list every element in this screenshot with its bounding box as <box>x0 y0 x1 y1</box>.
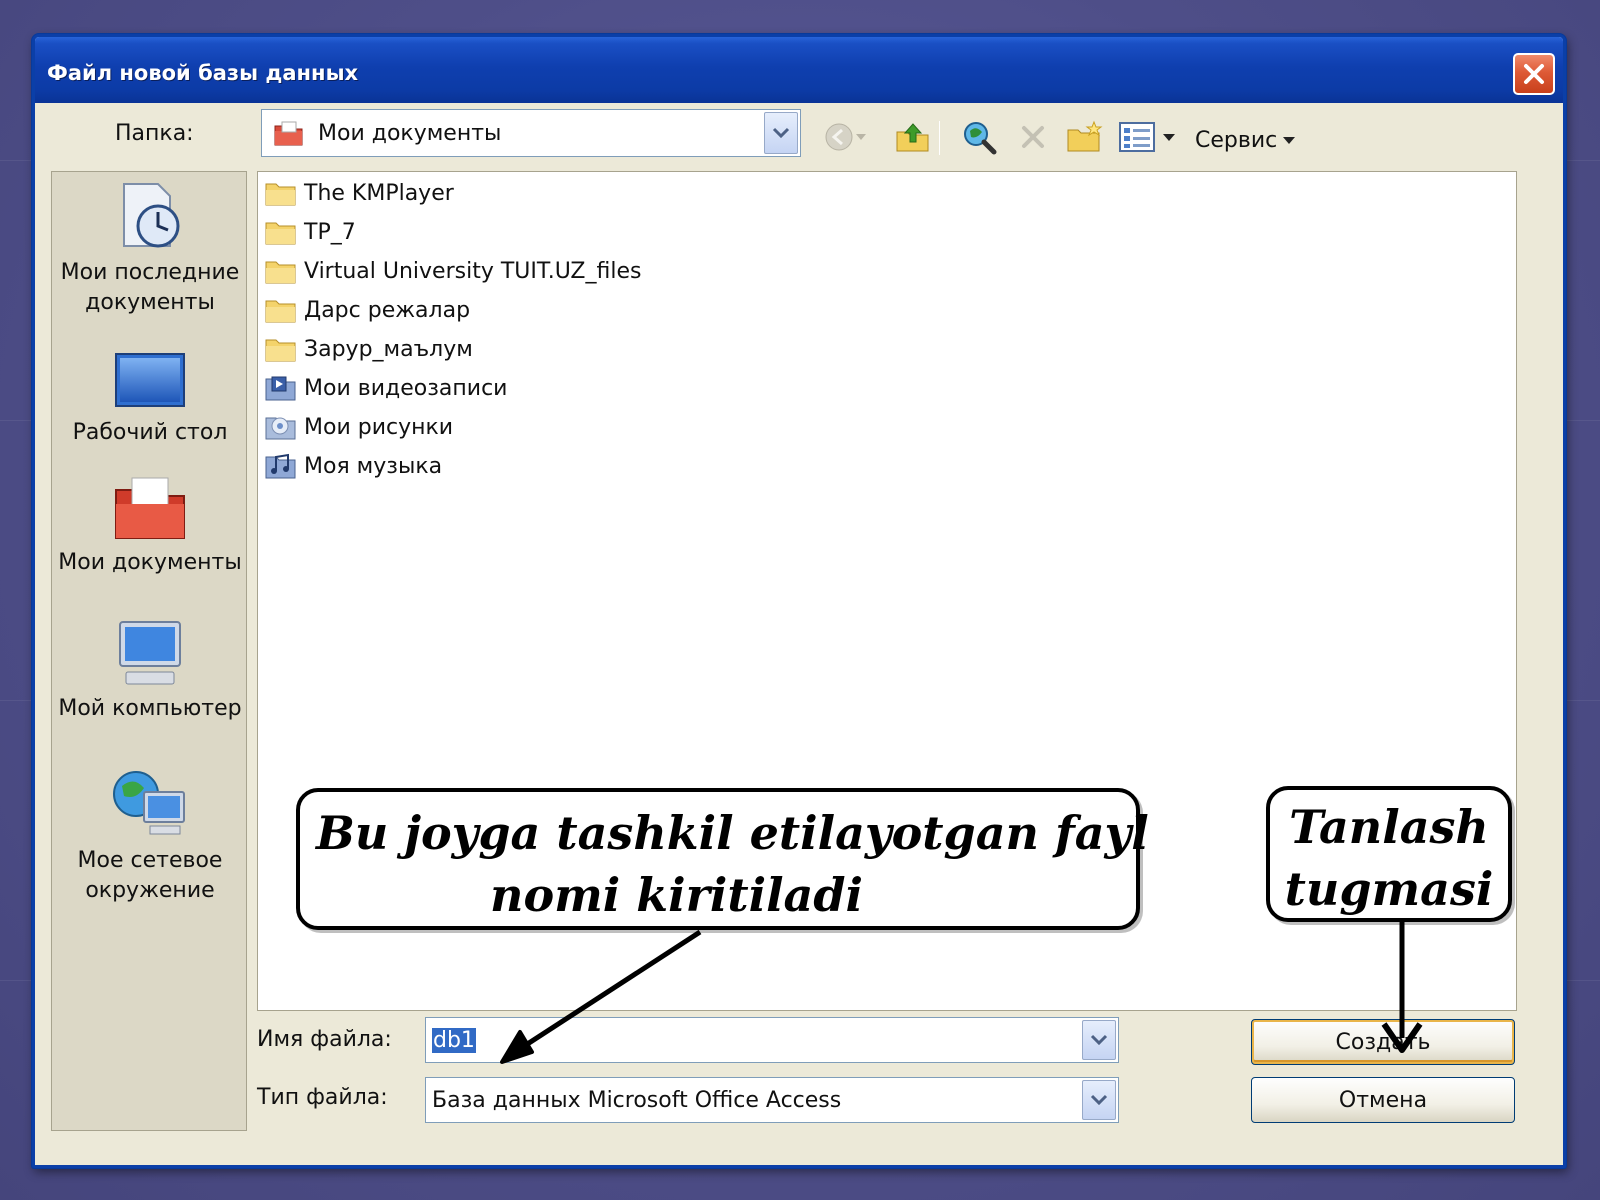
list-item[interactable]: Зарур_маълум <box>264 332 473 366</box>
cancel-button[interactable]: Отмена <box>1251 1077 1515 1123</box>
network-places-icon <box>113 771 185 835</box>
folder-icon <box>265 261 296 284</box>
place-network[interactable]: Мое сетевое окружение <box>52 766 248 906</box>
filename-dropdown-button[interactable] <box>1082 1020 1116 1060</box>
dropdown-arrow-icon <box>1163 133 1175 141</box>
place-my-documents[interactable]: Мои документы <box>52 472 248 578</box>
create-button[interactable]: Создать <box>1251 1019 1515 1065</box>
dropdown-arrow-icon <box>856 134 866 140</box>
up-folder-button[interactable] <box>893 117 933 157</box>
filename-label: Имя файла: <box>257 1027 392 1052</box>
file-name: Мои рисунки <box>304 414 454 440</box>
file-name: TP_7 <box>304 219 356 245</box>
back-dropdown[interactable] <box>851 117 871 157</box>
recent-documents-icon <box>123 183 180 248</box>
desktop-icon <box>115 353 185 407</box>
my-documents-icon <box>115 477 185 539</box>
list-item[interactable]: Дарс режалар <box>264 293 470 327</box>
search-web-icon <box>964 122 997 155</box>
filename-annotation-callout: Bu joyga tashkil etilayotgan fayl nomi k… <box>296 788 1149 930</box>
chevron-down-icon <box>772 127 790 139</box>
up-folder-icon <box>896 123 929 152</box>
list-item[interactable]: Virtual University TUIT.UZ_files <box>264 254 641 288</box>
chevron-down-icon <box>1090 1094 1108 1106</box>
folder-dropdown-button[interactable] <box>764 112 798 154</box>
new-folder-button[interactable] <box>1065 117 1105 157</box>
close-icon <box>1524 64 1544 84</box>
place-my-documents-label: Мои документы <box>58 550 242 575</box>
filetype-label: Тип файла: <box>257 1085 388 1110</box>
list-item[interactable]: Моя музыка <box>264 449 442 483</box>
place-recent-documents[interactable]: Мои последние документы <box>52 178 248 318</box>
list-item[interactable]: TP_7 <box>264 215 356 249</box>
search-web-button[interactable] <box>959 117 999 157</box>
folder-icon <box>265 339 296 362</box>
filetype-dropdown-button[interactable] <box>1082 1080 1116 1120</box>
video-folder-icon <box>265 376 296 401</box>
folder-icon <box>265 222 296 245</box>
new-database-dialog: Файл новой базы данных Папка: Мои докуме… <box>32 34 1566 1168</box>
place-my-computer-label: Мой компьютер <box>58 696 242 721</box>
filename-annotation-line1: Bu joyga tashkil etilayotgan fayl <box>316 806 1149 860</box>
place-network-label: Мое сетевое окружение <box>77 848 223 903</box>
filename-annotation-line2: nomi kiritiladi <box>490 868 863 922</box>
list-item[interactable]: Мои видеозаписи <box>264 371 507 405</box>
place-desktop[interactable]: Рабочий стол <box>52 350 248 448</box>
pictures-folder-icon <box>265 417 296 440</box>
place-recent-documents-label: Мои последние документы <box>60 260 240 315</box>
list-item[interactable]: The KMPlayer <box>264 176 454 210</box>
file-name: The KMPlayer <box>304 180 454 206</box>
folder-dropdown-value: Мои документы <box>318 121 502 146</box>
file-name: Мои видеозаписи <box>304 375 508 401</box>
file-name: Дарс режалар <box>304 297 471 323</box>
filename-input[interactable]: db1 <box>425 1017 1119 1063</box>
service-menu-label: Сервис <box>1195 127 1278 153</box>
views-button[interactable] <box>1117 117 1157 157</box>
toolbar-separator <box>939 121 940 155</box>
filetype-dropdown[interactable]: База данных Microsoft Office Access <box>425 1077 1119 1123</box>
file-name: Моя музыка <box>304 453 443 479</box>
file-name: Зарур_маълум <box>304 336 473 362</box>
dropdown-arrow-icon <box>1283 136 1296 144</box>
filename-value: db1 <box>432 1028 476 1053</box>
folder-label: Папка: <box>115 121 194 146</box>
places-bar: Мои последние документы Рабочий стол Мои… <box>51 171 247 1131</box>
window-title: Файл новой базы данных <box>47 61 359 85</box>
views-icon <box>1119 122 1155 152</box>
views-dropdown[interactable] <box>1159 117 1179 157</box>
service-menu[interactable]: Сервис <box>1195 123 1296 157</box>
list-item[interactable]: Мои рисунки <box>264 410 453 444</box>
my-computer-icon <box>119 621 181 685</box>
file-name: Virtual University TUIT.UZ_files <box>304 258 642 284</box>
place-desktop-label: Рабочий стол <box>72 420 228 445</box>
folder-dropdown[interactable]: Мои документы <box>261 109 801 157</box>
chevron-down-icon <box>1090 1034 1108 1046</box>
music-folder-icon <box>265 453 296 479</box>
folder-icon <box>265 300 296 323</box>
button-annotation-line2: tugmasi <box>1284 862 1494 916</box>
button-annotation-callout: Tanlash tugmasi <box>1266 786 1512 922</box>
title-bar[interactable]: Файл новой базы данных <box>35 37 1563 103</box>
folder-icon <box>265 183 296 206</box>
close-button[interactable] <box>1513 53 1555 95</box>
place-my-computer[interactable]: Мой компьютер <box>52 618 248 724</box>
filetype-value: База данных Microsoft Office Access <box>432 1088 842 1113</box>
delete-icon <box>1022 126 1044 148</box>
my-documents-small-icon <box>274 121 303 146</box>
new-folder-icon <box>1067 120 1103 152</box>
delete-button[interactable] <box>1013 117 1053 157</box>
button-annotation-line1: Tanlash <box>1289 800 1489 854</box>
